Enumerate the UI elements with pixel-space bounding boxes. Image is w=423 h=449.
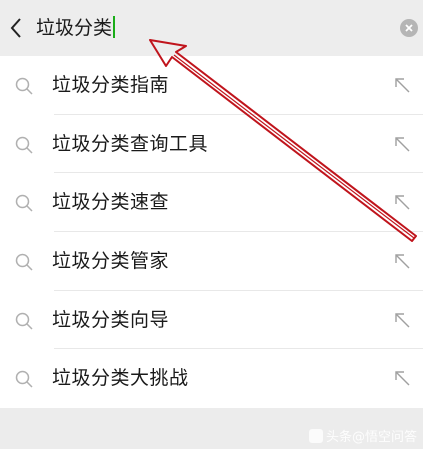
suggestion-item[interactable]: 垃圾分类向导 xyxy=(0,291,423,350)
watermark-text: 头条@悟空问答 xyxy=(325,430,417,445)
suggestion-list: 垃圾分类指南 垃圾分类查询工具 垃圾分类速查 垃圾分类管家 垃圾分类向导 垃圾分… xyxy=(0,56,423,408)
arrow-up-left-icon[interactable] xyxy=(393,135,411,153)
arrow-up-left-icon[interactable] xyxy=(393,76,411,94)
arrow-up-left-icon[interactable] xyxy=(393,193,411,211)
search-icon xyxy=(15,371,33,388)
suggestion-item[interactable]: 垃圾分类指南 xyxy=(0,56,423,115)
watermark: 头条@悟空问答 xyxy=(308,426,417,445)
suggestion-label: 垃圾分类大挑战 xyxy=(52,367,189,390)
suggestion-item[interactable]: 垃圾分类速查 xyxy=(0,173,423,233)
suggestion-item[interactable]: 垃圾分类大挑战 xyxy=(0,349,423,408)
search-query: 垃圾分类 xyxy=(36,17,113,39)
back-button[interactable] xyxy=(2,12,30,44)
arrow-up-left-icon[interactable] xyxy=(393,252,411,270)
suggestion-item[interactable]: 垃圾分类管家 xyxy=(0,232,423,291)
clear-icon xyxy=(405,24,413,32)
search-icon xyxy=(15,136,33,154)
suggestion-item[interactable]: 垃圾分类查询工具 xyxy=(0,115,423,174)
search-icon xyxy=(15,312,33,330)
suggestion-label: 垃圾分类查询工具 xyxy=(52,132,209,155)
suggestion-label: 垃圾分类向导 xyxy=(52,308,170,331)
chevron-left-icon xyxy=(10,18,21,38)
arrow-up-left-icon[interactable] xyxy=(393,311,411,329)
search-icon xyxy=(15,77,33,95)
suggestion-label: 垃圾分类指南 xyxy=(52,74,170,96)
clear-button[interactable] xyxy=(400,19,418,37)
suggestion-label: 垃圾分类速查 xyxy=(52,191,170,214)
search-bar: 垃圾分类 xyxy=(0,0,423,56)
suggestion-label: 垃圾分类管家 xyxy=(52,250,170,273)
search-icon xyxy=(15,195,33,212)
text-caret xyxy=(113,16,116,38)
watermark-logo xyxy=(308,428,323,443)
search-input[interactable]: 垃圾分类 xyxy=(36,10,386,46)
search-icon xyxy=(15,253,33,271)
arrow-up-left-icon[interactable] xyxy=(393,369,411,387)
